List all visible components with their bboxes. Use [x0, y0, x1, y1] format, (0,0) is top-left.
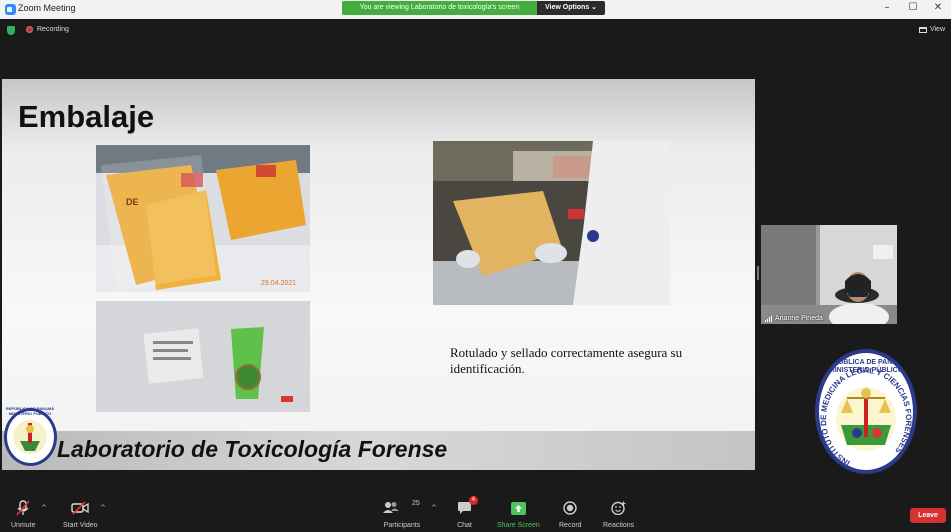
technician-sealing-photo	[433, 141, 670, 305]
close-button[interactable]: ✕	[931, 2, 945, 13]
sample-container-photo	[96, 301, 310, 412]
start-video-button[interactable]: Start Video	[63, 498, 98, 529]
slide-seal-logo	[4, 408, 57, 466]
zoom-logo-icon	[5, 4, 16, 15]
slide-caption: Rotulado y sellado correctamente asegura…	[450, 345, 683, 376]
share-screen-label: Share Screen	[497, 522, 540, 529]
slide-seal-text: REPÚBLICA DE PANAMÁ MINISTERIO PÚBLICO	[5, 406, 55, 416]
bag-label-text: DE	[126, 197, 139, 207]
leave-button[interactable]: Leave	[910, 508, 946, 523]
window-title: Zoom Meeting	[18, 3, 76, 13]
record-button[interactable]: Record	[559, 498, 582, 529]
shared-screen: Embalaje DE 29.04.2021 Rotulado y sellad…	[2, 79, 755, 470]
participants-label: Participants	[383, 522, 421, 529]
video-options-chevron-icon[interactable]: ^	[100, 504, 106, 512]
participants-button[interactable]: 25 Participants	[383, 498, 421, 529]
recording-indicator: Recording	[26, 26, 69, 33]
panel-resize-handle[interactable]	[757, 266, 759, 280]
reactions-smiley-icon	[611, 501, 626, 515]
viewing-banner-message: You are viewing Laboratorio de toxicolog…	[342, 1, 537, 15]
chat-label: Chat	[457, 522, 472, 529]
unmute-button[interactable]: Unmute	[11, 498, 36, 529]
slide-title: Embalaje	[18, 99, 155, 134]
reactions-label: Reactions	[603, 522, 635, 529]
recording-label: Recording	[37, 26, 69, 33]
participant-video-tile[interactable]: Arianne Pineda	[761, 225, 897, 324]
photo-date-stamp: 29.04.2021	[261, 280, 296, 287]
record-label: Record	[559, 522, 582, 529]
evidence-bags-photo: DE 29.04.2021	[96, 145, 310, 292]
recording-dot-icon	[26, 26, 33, 33]
audio-options-chevron-icon[interactable]: ^	[41, 504, 47, 512]
connection-signal-icon	[765, 315, 772, 322]
chat-unread-badge: 4	[468, 496, 478, 505]
shield-icon[interactable]	[7, 26, 15, 35]
reactions-button[interactable]: Reactions	[603, 498, 634, 529]
participants-icon	[383, 502, 399, 513]
record-icon	[563, 501, 577, 515]
participant-name: Arianne Pineda	[775, 315, 823, 322]
unmute-label: Unmute	[11, 522, 36, 529]
share-screen-button[interactable]: Share Screen	[497, 498, 540, 529]
viewing-banner: You are viewing Laboratorio de toxicolog…	[342, 1, 606, 15]
meeting-toolbar: Unmute ^ Start Video ^ 25 Participants ^	[0, 495, 951, 532]
share-screen-icon	[510, 501, 526, 515]
microphone-muted-icon	[16, 500, 30, 516]
institute-seal-logo: REPÚBLICA DE PANAMÁ MINISTERIO PÚBLICO I…	[815, 349, 917, 474]
start-video-label: Start Video	[63, 522, 98, 529]
view-label: View	[929, 26, 945, 33]
participants-count: 25	[412, 500, 420, 507]
video-off-icon	[71, 501, 89, 515]
view-options-button[interactable]: View Options ⌄	[537, 1, 606, 15]
participants-options-chevron-icon[interactable]: ^	[431, 504, 437, 512]
maximize-button[interactable]: ☐	[906, 2, 920, 13]
participant-name-label: Arianne Pineda	[765, 315, 823, 322]
minimize-button[interactable]: –	[880, 2, 894, 13]
chat-button[interactable]: 4 Chat	[457, 496, 478, 529]
view-layout-icon	[918, 26, 927, 33]
view-button[interactable]: View	[918, 26, 945, 33]
slide-footer-text: Laboratorio de Toxicología Forense	[57, 436, 448, 462]
